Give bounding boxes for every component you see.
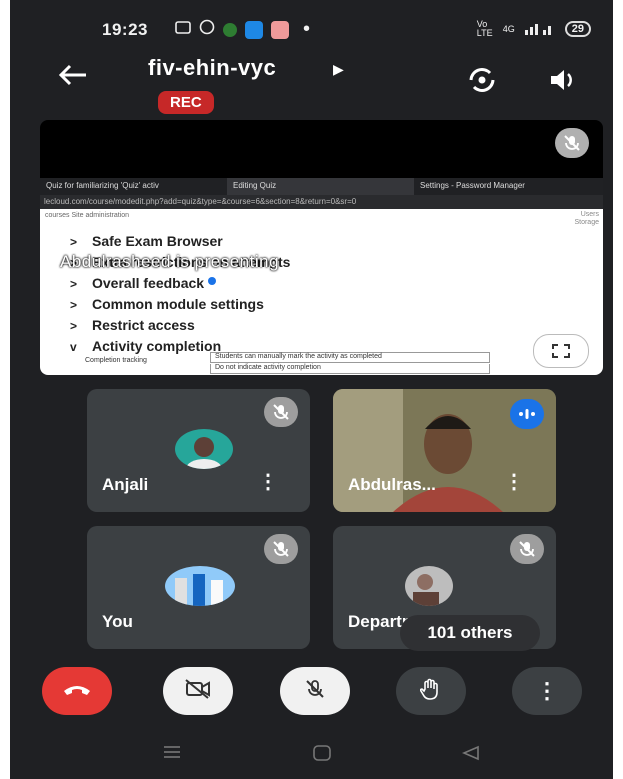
switch-camera-icon[interactable] <box>465 65 499 95</box>
muted-mic-icon <box>510 534 544 564</box>
volte-label: Vo LTE <box>476 19 493 38</box>
phone-hangup-icon <box>62 682 92 701</box>
more-options-icon[interactable]: ⋮ <box>258 469 278 494</box>
browser-tab: Editing Quiz <box>227 178 414 195</box>
settings-section: > Safe Exam Browser <box>70 233 223 249</box>
completion-dropdown-option: Do not indicate activity completion <box>210 364 490 374</box>
camera-toggle-button[interactable] <box>163 667 233 715</box>
browser-tab-strip: Quiz for familiarizing 'Quiz' activ Edit… <box>40 178 603 195</box>
app-icon-blue <box>245 20 263 39</box>
back-nav-icon[interactable] <box>461 745 481 766</box>
avatar <box>405 566 453 606</box>
mic-toggle-button[interactable] <box>280 667 350 715</box>
meeting-header: fiv-ehin-vyc ▶ REC <box>10 55 613 119</box>
avatar <box>165 566 235 606</box>
battery-icon: 29 <box>564 21 591 37</box>
participant-tile-anjali[interactable]: Anjali ⋮ <box>87 389 310 512</box>
participant-name: Abdulras... <box>348 475 436 494</box>
app-icon-photo <box>271 20 289 39</box>
meeting-code[interactable]: fiv-ehin-vyc <box>148 55 276 81</box>
home-icon[interactable] <box>312 745 332 766</box>
recent-apps-icon[interactable] <box>162 745 182 764</box>
presenting-label: Abdulrasheed is presenting <box>60 252 280 271</box>
end-call-button[interactable] <box>42 667 112 715</box>
recording-badge: REC <box>158 91 214 114</box>
phone-screen: 19:23 • Vo LTE 4G 29 fiv-ehin-vyc ▶ REC … <box>10 0 613 779</box>
caret-right-icon[interactable]: ▶ <box>333 61 344 78</box>
help-icon <box>207 277 216 285</box>
presentation-muted-mic-icon <box>555 128 589 158</box>
android-nav-bar <box>10 730 613 779</box>
browser-tab: Quiz for familiarizing 'Quiz' activ <box>46 181 159 190</box>
camera-off-icon <box>184 678 212 705</box>
muted-mic-icon <box>264 534 298 564</box>
settings-section: > Common module settings <box>70 296 264 312</box>
status-time: 19:23 <box>102 20 148 39</box>
completion-select: Students can manually mark the activity … <box>210 352 490 363</box>
page-link: Storage <box>574 219 599 226</box>
page-link: Users <box>580 211 599 218</box>
raise-hand-button[interactable] <box>396 667 466 715</box>
speaking-indicator-icon <box>510 399 544 429</box>
settings-section: > Overall feedback <box>70 273 290 294</box>
fullscreen-icon[interactable] <box>533 334 589 368</box>
cast-icon <box>175 20 191 40</box>
shared-web-page: courses Site administration Users Storag… <box>40 209 603 375</box>
participant-tile-abdulrasheed[interactable]: Abdulras... ⋮ <box>333 389 556 512</box>
signal-label: 4G <box>502 24 515 34</box>
others-count-pill[interactable]: 101 others <box>400 615 540 651</box>
mic-off-icon <box>304 678 326 705</box>
avatar <box>175 429 233 469</box>
completion-tracking-label: Completion tracking <box>85 357 147 364</box>
settings-list: > Safe Exam Browser > Extra restrictions o… <box>70 231 290 357</box>
browser-tab: Settings - Password Manager <box>420 181 525 190</box>
status-bar: 19:23 • Vo LTE 4G 29 <box>10 0 613 60</box>
participant-name: You <box>102 612 133 631</box>
hand-icon <box>419 677 442 706</box>
screen-share-presentation[interactable]: Quiz for familiarizing 'Quiz' activ Edit… <box>40 120 603 375</box>
speaker-icon[interactable] <box>545 65 579 95</box>
more-options-button[interactable]: ⋮ <box>512 667 582 715</box>
settings-section: > Restrict access <box>70 317 195 333</box>
browser-url-bar: lecloud.com/course/modedit.php?add=quiz&… <box>40 195 603 209</box>
more-options-icon[interactable]: ⋮ <box>504 469 524 494</box>
muted-mic-icon <box>264 397 298 427</box>
page-right-links: Users Storage <box>574 211 599 227</box>
whatsapp-icon <box>199 19 215 40</box>
participant-tile-you[interactable]: You <box>87 526 310 649</box>
more-vert-icon: ⋮ <box>536 678 558 703</box>
participant-name: Anjali <box>102 475 149 494</box>
signal-icon <box>524 21 555 38</box>
status-right: Vo LTE 4G 29 <box>477 20 591 38</box>
meet-app-icon <box>223 22 237 37</box>
page-breadcrumb: courses Site administration <box>45 212 130 219</box>
status-notification-icons: • <box>175 18 310 41</box>
more-notifications-dot: • <box>303 18 311 40</box>
back-arrow-icon[interactable] <box>58 63 88 93</box>
